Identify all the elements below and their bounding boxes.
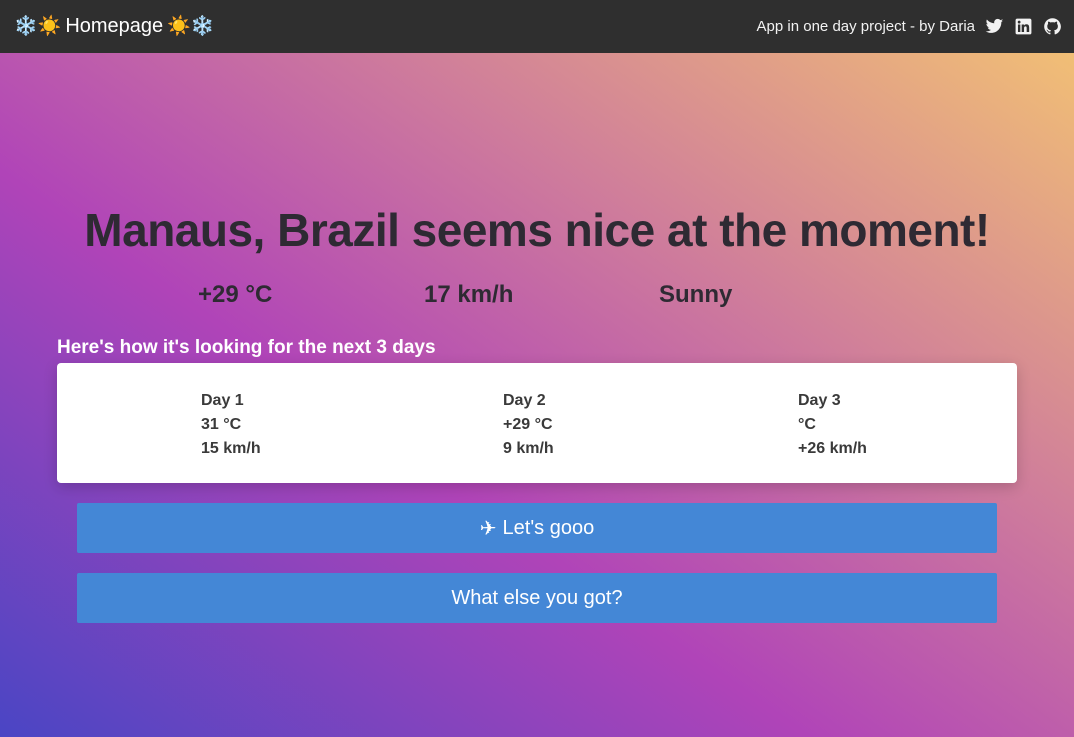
forecast-day: Day 2 +29 °C 9 km/h	[503, 389, 554, 461]
day-temperature: +29 °C	[503, 416, 553, 433]
credit-text: App in one day project - by Daria	[756, 18, 975, 35]
forecast-title: Here's how it's looking for the next 3 d…	[57, 337, 436, 358]
twitter-icon[interactable]	[985, 17, 1004, 36]
homepage-link[interactable]: ❄️☀️ Homepage ☀️❄️	[14, 15, 215, 38]
forecast-day: Day 1 31 °C 15 km/h	[201, 389, 261, 461]
current-wind: 17 km/h	[424, 281, 514, 308]
forecast-card: Day 1 31 °C 15 km/h Day 2 +29 °C 9 km/h …	[57, 363, 1017, 483]
lets-go-label: Let's gooo	[502, 516, 595, 539]
nav-right: App in one day project - by Daria	[757, 17, 1062, 36]
linkedin-icon[interactable]	[1014, 17, 1033, 36]
day-temperature: °C	[798, 416, 816, 433]
what-else-button[interactable]: What else you got?	[77, 573, 997, 623]
airplane-icon: ✈	[479, 517, 497, 540]
lets-go-button[interactable]: ✈ Let's gooo	[77, 503, 997, 553]
current-condition: Sunny	[659, 281, 733, 308]
what-else-label: What else you got?	[451, 586, 623, 609]
current-weather: +29 °C 17 km/h Sunny	[0, 281, 1074, 313]
current-temperature: +29 °C	[198, 281, 273, 308]
day-label: Day 2	[503, 392, 546, 409]
navbar: ❄️☀️ Homepage ☀️❄️ App in one day projec…	[0, 0, 1074, 53]
day-wind: 15 km/h	[201, 440, 261, 457]
github-icon[interactable]	[1043, 17, 1062, 36]
day-temperature: 31 °C	[201, 416, 242, 433]
sun-snowflake-icon: ☀️❄️	[167, 16, 215, 37]
day-label: Day 1	[201, 392, 244, 409]
snowflake-sun-icon: ❄️☀️	[14, 16, 62, 37]
day-wind: +26 km/h	[798, 440, 867, 457]
day-label: Day 3	[798, 392, 841, 409]
headline: Manaus, Brazil seems nice at the moment!	[84, 204, 990, 256]
brand-label: Homepage	[65, 15, 164, 37]
forecast-day: Day 3 °C +26 km/h	[798, 389, 867, 461]
day-wind: 9 km/h	[503, 440, 554, 457]
